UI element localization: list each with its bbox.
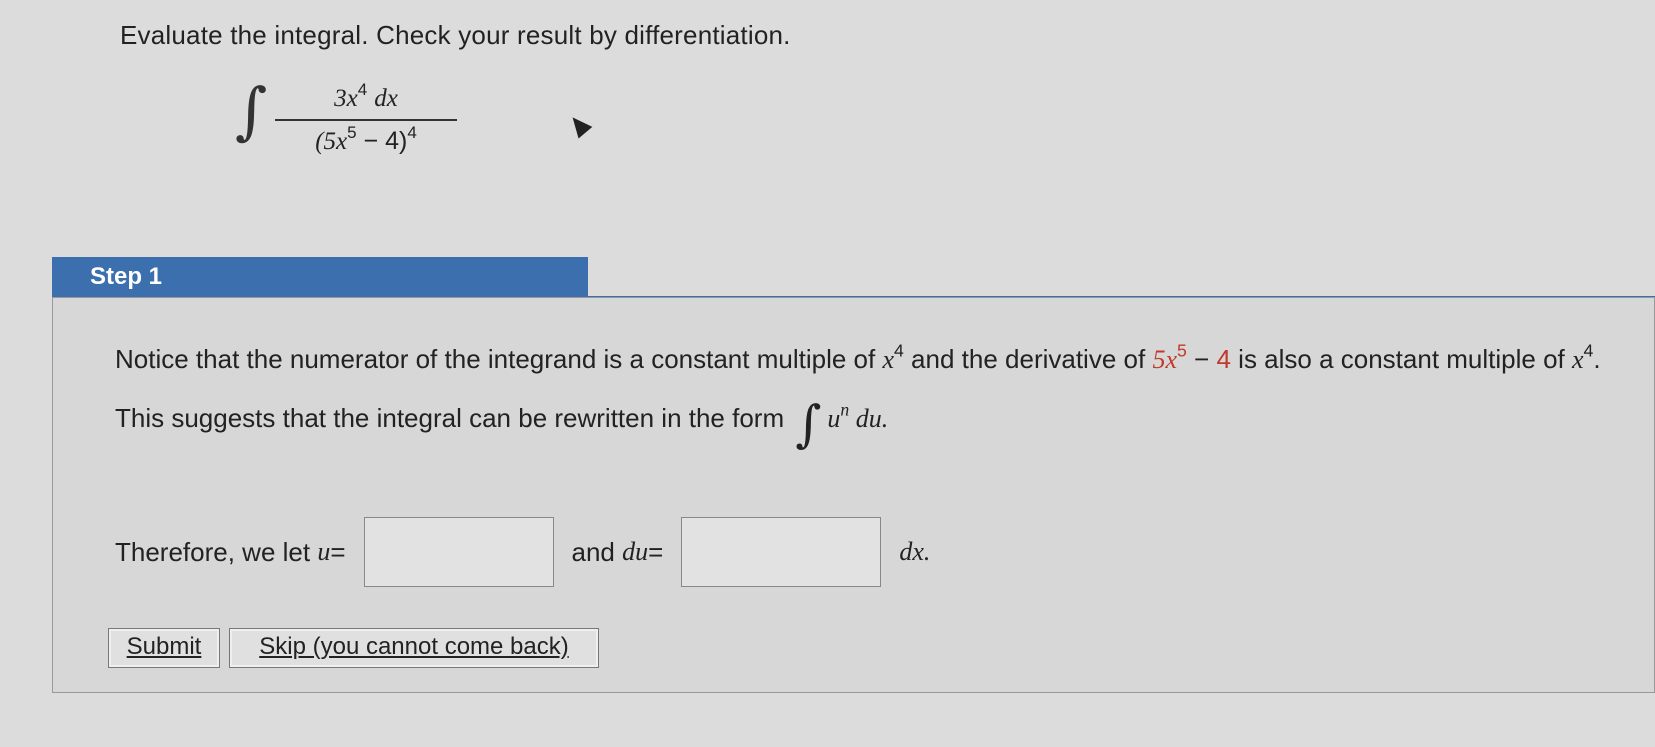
integral-expression: ∫ 3x4 dx (5x5 − 4)4 [235,74,457,170]
submit-button[interactable]: Submit [108,628,220,668]
step-tab: Step 1 [52,257,588,297]
derivative-expr: 5x5 [1152,340,1187,374]
integral-sign: ∫ [795,395,822,453]
integral-fraction: 3x4 dx (5x5 − 4)4 [273,79,459,156]
fraction-numerator: 3x4 dx [334,79,398,112]
u-answer-input[interactable] [363,517,554,587]
fraction-denominator: (5x5 − 4)4 [315,122,417,155]
integral-sign: ∫ [235,74,268,147]
du-answer-input[interactable] [681,517,882,587]
step-explanation: Notice that the numerator of the integra… [115,340,1601,453]
skip-button[interactable]: Skip (you cannot come back) [229,628,599,668]
answer-row: Therefore, we let u = and du = dx. [115,517,930,587]
question-prompt: Evaluate the integral. Check your result… [120,20,791,50]
mouse-cursor-icon [565,111,593,139]
